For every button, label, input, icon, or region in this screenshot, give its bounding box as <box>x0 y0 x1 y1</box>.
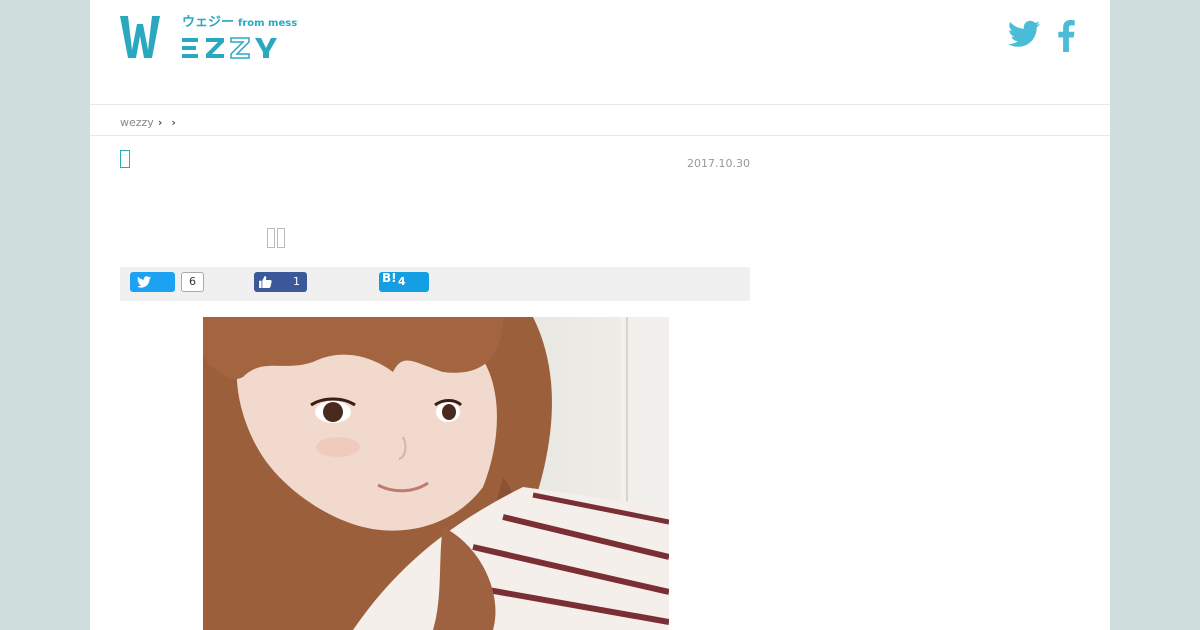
logo-kana: ウェジー <box>182 15 234 30</box>
facebook-icon[interactable] <box>1056 20 1076 52</box>
portrait-illustration <box>203 317 669 630</box>
share-bar: 6 1 B! 4 <box>120 267 750 301</box>
logo-from: from messy <box>238 18 298 29</box>
twitter-bird-icon <box>137 276 151 288</box>
breadcrumb-separator: › <box>157 116 163 129</box>
breadcrumb-separator: › <box>171 116 176 129</box>
hatena-bookmark-count: 4 <box>398 275 406 288</box>
facebook-like-count: 1 <box>293 275 300 288</box>
site-header: ウェジー from messy <box>90 0 1110 105</box>
category-badge[interactable] <box>120 150 130 168</box>
missing-glyph <box>277 228 285 248</box>
article-main-photo <box>203 317 669 630</box>
tweet-count: 6 <box>181 272 204 292</box>
wezzy-logo[interactable]: ウェジー from messy <box>120 12 298 62</box>
page-container: ウェジー from messy wezzy › › 2017.10.30 6 1… <box>90 0 1110 630</box>
facebook-like-button[interactable]: 1 <box>254 272 307 292</box>
publish-date: 2017.10.30 <box>687 157 750 170</box>
hatena-bookmark-button[interactable]: B! 4 <box>379 271 429 292</box>
twitter-icon[interactable] <box>1008 20 1040 48</box>
thumbs-up-icon <box>259 276 272 288</box>
breadcrumb-home-link[interactable]: wezzy <box>120 116 154 129</box>
article-title <box>267 228 287 252</box>
missing-glyph <box>267 228 275 248</box>
hatena-icon: B! <box>382 271 397 285</box>
tweet-button[interactable] <box>130 272 175 292</box>
breadcrumb: wezzy › › <box>90 105 1110 136</box>
